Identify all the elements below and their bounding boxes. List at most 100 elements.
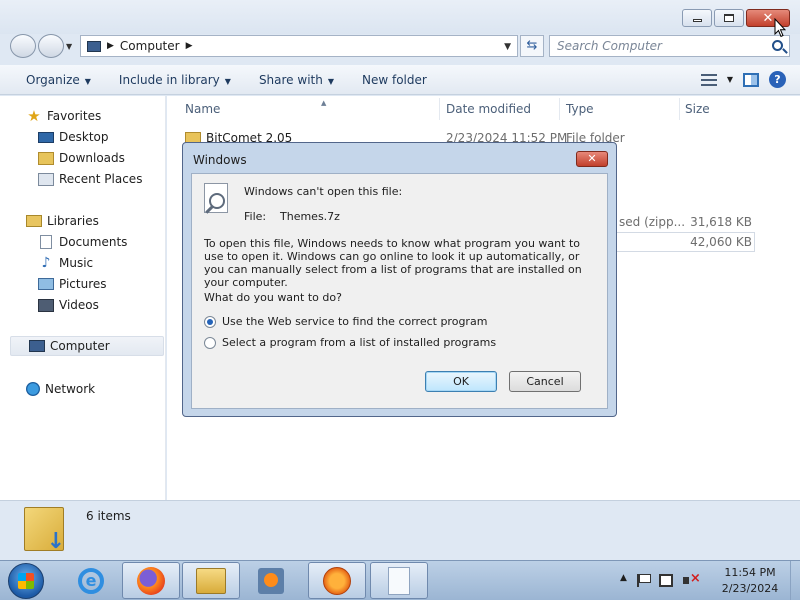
column-header-name[interactable]: Name ▲ <box>185 99 326 120</box>
column-divider[interactable] <box>559 98 560 120</box>
close-icon: ✕ <box>587 152 597 165</box>
column-divider[interactable] <box>439 98 440 120</box>
refresh-button[interactable]: ⇆ <box>520 35 544 57</box>
bitcomet-icon <box>323 566 351 595</box>
share-with-label: Share with <box>258 72 323 87</box>
help-icon[interactable]: ? <box>769 71 786 88</box>
sidebar-item-desktop[interactable]: Desktop <box>38 127 109 147</box>
sidebar-item-videos[interactable]: Videos <box>38 295 99 315</box>
share-with-menu[interactable]: Share with ▼ <box>245 73 348 87</box>
include-in-library-menu[interactable]: Include in library ▼ <box>105 73 245 87</box>
column-header-size[interactable]: Size <box>685 102 710 120</box>
clock-date: 2/23/2024 <box>721 582 779 595</box>
action-center-flag-icon[interactable] <box>636 573 651 587</box>
change-view-icon[interactable] <box>700 73 717 86</box>
clock-time: 11:54 PM <box>724 566 776 579</box>
breadcrumb-computer[interactable]: Computer <box>120 39 180 53</box>
sidebar-item-label: Documents <box>59 235 128 249</box>
taskbar-document[interactable] <box>370 562 428 599</box>
option-web-service[interactable]: Use the Web service to find the correct … <box>204 315 487 328</box>
show-hidden-icons-icon[interactable]: ▲ <box>620 573 627 587</box>
file-name: Themes.7z <box>280 210 340 223</box>
column-label: Type <box>566 102 594 116</box>
search-input[interactable]: Search Computer <box>549 35 790 57</box>
address-dropdown-icon[interactable]: ▼ <box>504 42 511 52</box>
sidebar-item-label: Music <box>59 256 94 270</box>
organize-menu[interactable]: Organize ▼ <box>0 73 105 87</box>
sidebar-item-label: Downloads <box>59 151 125 165</box>
radio-selected[interactable] <box>204 315 216 328</box>
media-player-icon <box>258 567 284 594</box>
file-label: File: <box>244 210 267 223</box>
dialog-explanation: To open this file, Windows needs to know… <box>204 237 582 289</box>
command-bar: Organize ▼ Include in library ▼ Share with… <box>0 65 800 95</box>
option-program-list[interactable]: Select a program from a list of installe… <box>204 336 496 349</box>
recent-pages-arrow-icon[interactable]: ▼ <box>66 42 72 51</box>
sidebar-item-label: Desktop <box>59 130 109 144</box>
forward-button[interactable] <box>38 34 64 58</box>
taskbar-firefox[interactable] <box>122 562 180 599</box>
organize-label: Organize <box>26 72 80 87</box>
maximize-button[interactable] <box>714 9 744 27</box>
minimize-button[interactable] <box>682 9 712 27</box>
breadcrumb-chevron-icon[interactable]: ▶ <box>186 41 193 51</box>
computer-icon <box>29 340 45 352</box>
taskbar-windows-explorer[interactable] <box>182 562 240 599</box>
desktop-icon <box>38 131 54 143</box>
pictures-icon <box>38 278 54 290</box>
show-desktop-button[interactable] <box>790 561 800 600</box>
libraries-icon <box>26 215 42 227</box>
address-bar[interactable]: ▶ Computer ▶ ▼ <box>80 35 518 57</box>
maximize-icon <box>724 14 734 22</box>
close-icon: ✕ <box>762 10 774 26</box>
sidebar-item-computer[interactable]: Computer <box>10 336 164 356</box>
internet-explorer-icon: e <box>78 567 104 594</box>
taskbar-media-player[interactable] <box>242 562 300 599</box>
cancel-button[interactable]: Cancel <box>509 371 581 392</box>
volume-muted-icon[interactable] <box>682 571 701 587</box>
search-icon[interactable] <box>772 40 783 51</box>
system-clock[interactable]: 11:54 PM 2/23/2024 <box>712 565 788 597</box>
file-size: 31,618 KB <box>690 215 752 229</box>
network-icon <box>26 382 40 396</box>
column-divider[interactable] <box>679 98 680 120</box>
taskbar-bitcomet[interactable] <box>308 562 366 599</box>
sidebar-item-libraries[interactable]: Libraries <box>26 211 99 231</box>
dialog-close-button[interactable]: ✕ <box>576 151 608 167</box>
dialog-title: Windows <box>193 153 247 167</box>
sidebar-item-music[interactable]: ♪ Music <box>38 253 94 273</box>
documents-icon <box>40 235 52 249</box>
sidebar-item-network[interactable]: Network <box>26 379 95 399</box>
taskbar-internet-explorer[interactable]: e <box>62 562 120 599</box>
radio-unselected[interactable] <box>204 336 216 349</box>
start-button[interactable] <box>8 563 44 599</box>
notification-area: ▲ <box>620 571 701 587</box>
sidebar-item-documents[interactable]: Documents <box>38 232 127 252</box>
column-header-date-modified[interactable]: Date modified <box>446 102 531 120</box>
firefox-icon <box>137 566 165 595</box>
windows-explorer-icon <box>196 567 226 594</box>
new-folder-label: New folder <box>362 72 427 87</box>
sidebar-item-recent-places[interactable]: Recent Places <box>38 169 142 189</box>
new-folder-button[interactable]: New folder <box>348 73 441 87</box>
back-button[interactable] <box>10 34 36 58</box>
downloads-folder-icon <box>24 507 65 554</box>
sidebar-item-downloads[interactable]: Downloads <box>38 148 125 168</box>
open-with-dialog: Windows ✕ Windows can't open this file: … <box>182 142 617 417</box>
sidebar-item-label: Videos <box>59 298 99 312</box>
ok-button[interactable]: OK <box>425 371 497 392</box>
network-status-icon[interactable] <box>658 573 673 587</box>
breadcrumb-chevron-icon[interactable]: ▶ <box>107 41 114 51</box>
title-bar[interactable]: ✕ <box>0 0 800 34</box>
details-pane: 6 items <box>0 500 800 560</box>
computer-icon <box>87 40 101 52</box>
view-options-chevron-icon[interactable]: ▼ <box>727 75 733 84</box>
column-header-type[interactable]: Type <box>566 102 594 120</box>
sidebar-item-pictures[interactable]: Pictures <box>38 274 107 294</box>
sort-ascending-icon: ▲ <box>321 99 327 107</box>
taskbar: e ▲ 11:54 PM 2/23/2024 <box>0 560 800 600</box>
star-icon: ★ <box>27 107 41 125</box>
sidebar-item-favorites[interactable]: ★ Favorites <box>26 106 101 126</box>
mouse-cursor-icon <box>774 18 786 38</box>
preview-pane-icon[interactable] <box>743 72 759 87</box>
